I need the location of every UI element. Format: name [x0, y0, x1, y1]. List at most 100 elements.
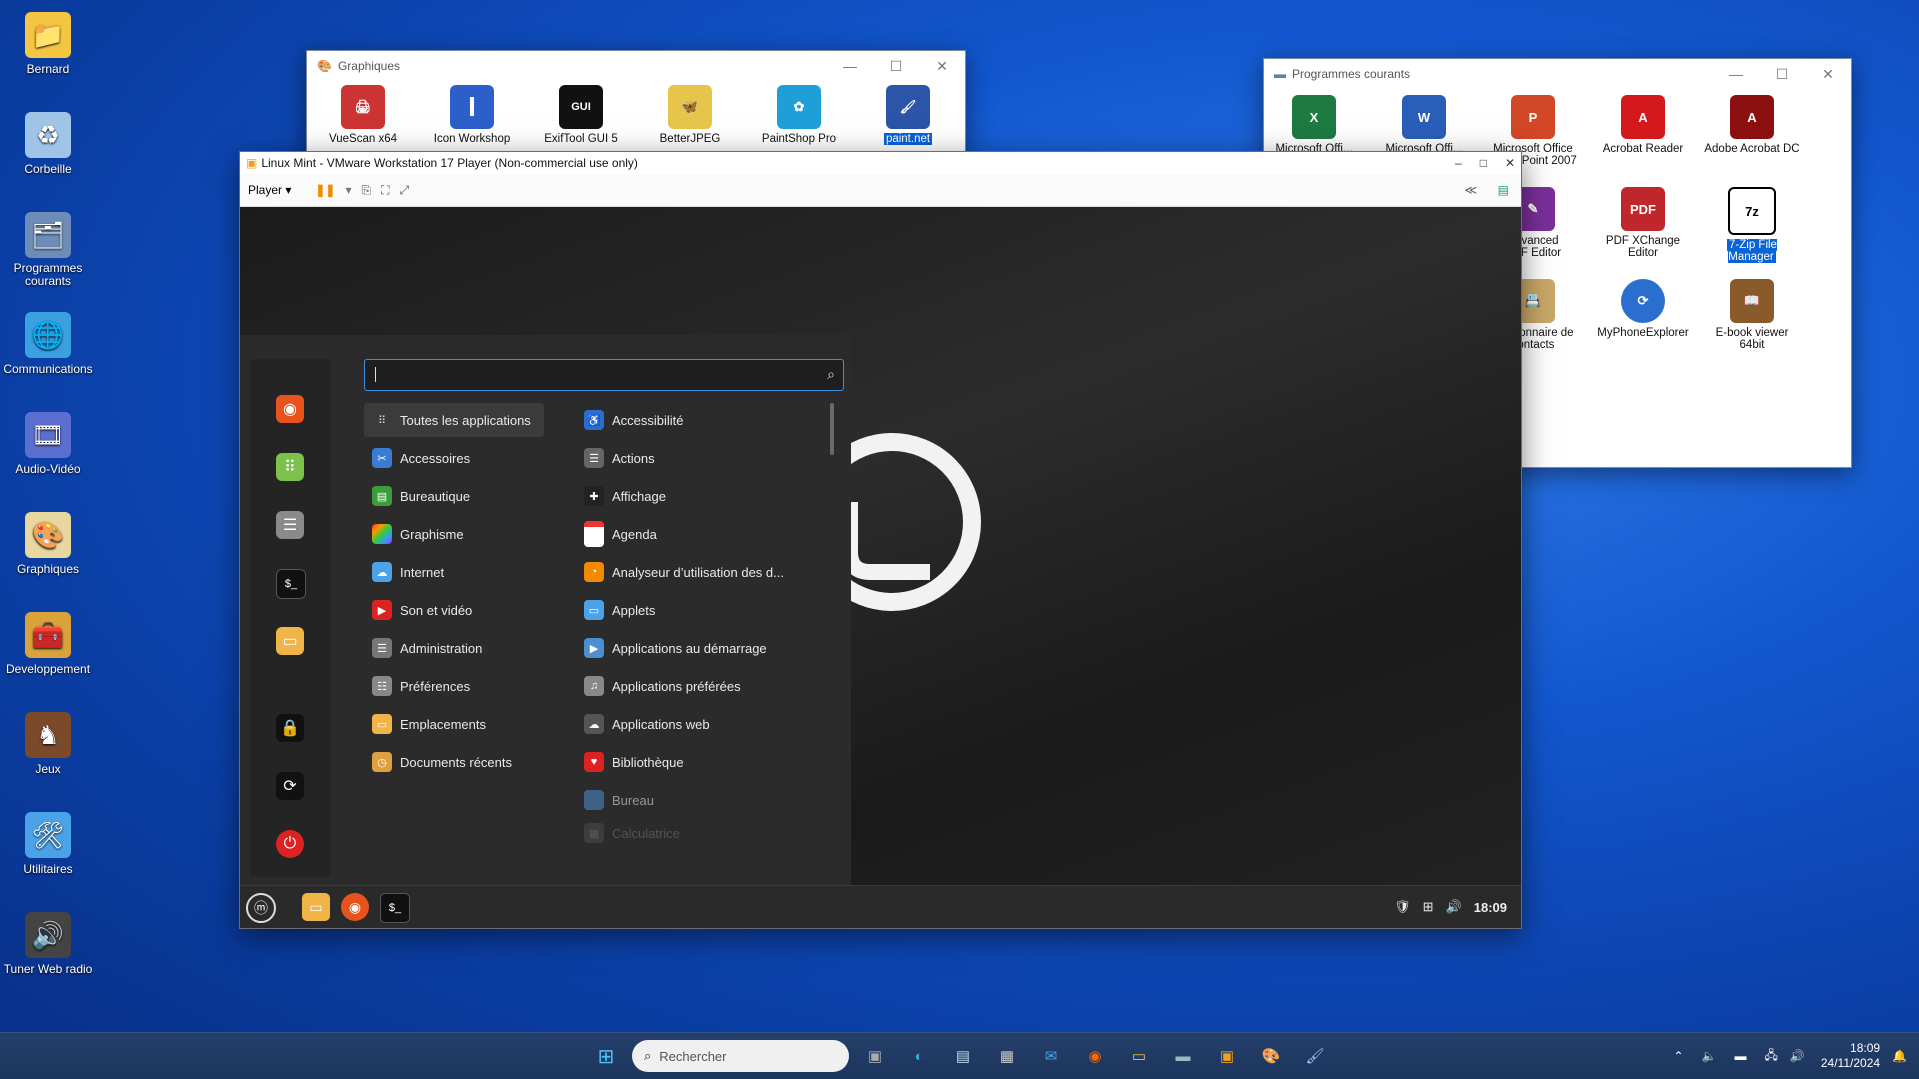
- app-demarrage[interactable]: ▶ Applications au démarrage: [584, 631, 834, 665]
- category-son-video[interactable]: ▶ Son et vidéo: [364, 593, 544, 627]
- app-betterjpeg[interactable]: 🦋 BetterJPEG: [640, 85, 740, 145]
- graphiques-titlebar[interactable]: 🎨 Graphiques — ☐ ✕: [307, 51, 965, 81]
- close-icon[interactable]: ✕: [1505, 152, 1515, 174]
- logout-icon[interactable]: ⟳: [276, 772, 304, 800]
- app-bibliotheque[interactable]: ♥ Bibliothèque: [584, 745, 834, 779]
- app-word[interactable]: W Microsoft Offi...: [1374, 95, 1474, 155]
- close-icon[interactable]: ✕: [1805, 59, 1851, 89]
- app-ebook-viewer[interactable]: 📖 E-book viewer 64bit: [1702, 279, 1802, 351]
- software-manager-icon[interactable]: ⠿: [276, 453, 304, 481]
- app-analyseur-disque[interactable]: ◔ Analyseur d’utilisation des d...: [584, 555, 834, 589]
- app-myphoneexplorer[interactable]: ⟳ MyPhoneExplorer: [1593, 279, 1693, 339]
- app-pdf-xchange[interactable]: PDF PDF XChange Editor: [1593, 187, 1693, 259]
- taskbar-search-box[interactable]: ⌕ Rechercher: [632, 1040, 849, 1072]
- app-actions[interactable]: ☰ Actions: [584, 441, 834, 475]
- app-7zip[interactable]: 7z 7-Zip File Manager: [1702, 187, 1802, 263]
- keyboard-icon[interactable]: ▬: [1735, 1049, 1747, 1063]
- desktop-icon-programmes[interactable]: 🗂 Programmes courants: [0, 208, 96, 308]
- power-icon[interactable]: ⏻: [276, 830, 304, 858]
- desktop-icon-developpement[interactable]: 🧰 Developpement: [0, 608, 96, 708]
- programs-folder-icon[interactable]: ▬: [1169, 1042, 1197, 1070]
- folder-icon[interactable]: ▭: [302, 893, 330, 921]
- chevron-down-icon[interactable]: ▾: [345, 183, 351, 197]
- desktop-icon-graphiques[interactable]: 🎨 Graphiques: [0, 508, 96, 608]
- send-keys-icon[interactable]: ⎘: [362, 183, 372, 198]
- chevron-up-icon[interactable]: ⌃: [1674, 1049, 1684, 1063]
- app-excel[interactable]: X Microsoft Offi...: [1264, 95, 1364, 155]
- programmes-titlebar[interactable]: ▬ Programmes courants — ☐ ✕: [1264, 59, 1851, 89]
- desktop-icon-tuner-radio[interactable]: 🔊 Tuner Web radio: [0, 908, 96, 1008]
- minimize-icon[interactable]: —: [827, 51, 873, 81]
- maximize-icon[interactable]: ☐: [1759, 59, 1805, 89]
- graphics-folder-icon[interactable]: 🎨: [1257, 1042, 1285, 1070]
- desktop-icon-recycle-bin[interactable]: ♻ Corbeille: [0, 108, 96, 208]
- app-acrobat-reader[interactable]: A Acrobat Reader: [1593, 95, 1693, 155]
- panel-clock[interactable]: 18:09: [1474, 900, 1507, 915]
- volume-icon[interactable]: 🔊: [1790, 1049, 1805, 1063]
- terminal-icon[interactable]: $_: [380, 893, 410, 923]
- display-settings-icon[interactable]: ▤: [949, 1042, 977, 1070]
- app-acrobat-dc[interactable]: A Adobe Acrobat DC: [1702, 95, 1802, 155]
- lock-icon[interactable]: 🔒: [276, 714, 304, 742]
- speaker-icon[interactable]: 🔈: [1702, 1049, 1717, 1063]
- close-icon[interactable]: ✕: [919, 51, 965, 81]
- category-bureautique[interactable]: ▤ Bureautique: [364, 479, 544, 513]
- app-icon-workshop[interactable]: I Icon Workshop: [422, 85, 522, 145]
- firefox-icon[interactable]: ◉: [341, 893, 369, 921]
- category-accessoires[interactable]: ✂ Accessoires: [364, 441, 544, 475]
- minimize-icon[interactable]: –: [1455, 152, 1462, 174]
- app-paintshop[interactable]: ✿ PaintShop Pro: [749, 85, 849, 145]
- menu-scrollbar[interactable]: [830, 403, 834, 455]
- category-emplacements[interactable]: ▭ Emplacements: [364, 707, 544, 741]
- app-accessibilite[interactable]: ♿ Accessibilité: [584, 403, 834, 437]
- maximize-icon[interactable]: ☐: [873, 51, 919, 81]
- desktop-icon-communications[interactable]: 🌐 Communications: [0, 308, 96, 408]
- desktop-icon-bernard[interactable]: 📁 Bernard: [0, 8, 96, 108]
- edge-icon[interactable]: ◐: [905, 1042, 933, 1070]
- category-graphisme[interactable]: Graphisme: [364, 517, 544, 551]
- fit-window-icon[interactable]: ⛶: [381, 183, 389, 198]
- app-paintnet[interactable]: 🖌 paint.net: [858, 85, 958, 145]
- app-calculatrice[interactable]: ▦ Calculatrice: [584, 821, 834, 845]
- task-view-icon[interactable]: ▣: [861, 1042, 889, 1070]
- app-preferees[interactable]: ♫ Applications préférées: [584, 669, 834, 703]
- clock[interactable]: 18:09 24/11/2024: [1821, 1041, 1880, 1071]
- folder-icon[interactable]: ▭: [276, 627, 304, 655]
- category-documents-recents[interactable]: ◷ Documents récents: [364, 745, 544, 779]
- desktop-icon-jeux[interactable]: ♞ Jeux: [0, 708, 96, 808]
- category-administration[interactable]: ☰ Administration: [364, 631, 544, 665]
- category-all-apps[interactable]: ⠿ Toutes les applications: [364, 403, 544, 437]
- category-preferences[interactable]: ☷ Préférences: [364, 669, 544, 703]
- network-icon[interactable]: 🖧: [1765, 1046, 1778, 1067]
- app-applets[interactable]: ▭ Applets: [584, 593, 834, 627]
- vmware-icon[interactable]: ▣: [1213, 1042, 1241, 1070]
- thunderbird-icon[interactable]: ✉: [1037, 1042, 1065, 1070]
- network-icon[interactable]: ⊞: [1423, 899, 1434, 915]
- shield-icon[interactable]: 🛡: [1394, 899, 1411, 915]
- firefox-icon[interactable]: ◉: [1081, 1042, 1109, 1070]
- player-menu[interactable]: Player ▾: [248, 183, 291, 197]
- settings-toggle-icon[interactable]: ☰: [276, 511, 304, 539]
- volume-icon[interactable]: 🔊: [1446, 899, 1462, 915]
- notification-bell-icon[interactable]: 🔔: [1892, 1049, 1907, 1063]
- pause-icon[interactable]: ❚❚: [315, 183, 335, 197]
- app-affichage[interactable]: ✚ Affichage: [584, 479, 834, 513]
- desktop-icon-utilitaires[interactable]: 🛠 Utilitaires: [0, 808, 96, 908]
- firefox-icon[interactable]: ◉: [276, 395, 304, 423]
- app-bureau[interactable]: Bureau: [584, 783, 834, 817]
- category-internet[interactable]: ☁ Internet: [364, 555, 544, 589]
- windows-start-icon[interactable]: ⊞: [592, 1042, 620, 1070]
- app-vuescan[interactable]: 🖨 VueScan x64: [313, 85, 413, 145]
- library-icon[interactable]: ▤: [1498, 183, 1509, 197]
- desktop-icon-audio-video[interactable]: 🎞 Audio-Vidéo: [0, 408, 96, 508]
- mint-menu-icon[interactable]: ⓜ: [246, 893, 276, 923]
- terminal-icon[interactable]: $_: [276, 569, 306, 599]
- app-exiftool[interactable]: GUI ExifTool GUI 5: [531, 85, 631, 145]
- calculator-icon[interactable]: ▦: [993, 1042, 1021, 1070]
- minimize-icon[interactable]: —: [1713, 59, 1759, 89]
- vmware-titlebar[interactable]: ▣ Linux Mint - VMware Workstation 17 Pla…: [240, 152, 1521, 174]
- menu-search-input[interactable]: ⌕: [364, 359, 844, 391]
- app-agenda[interactable]: Agenda: [584, 517, 834, 551]
- app-web[interactable]: ☁ Applications web: [584, 707, 834, 741]
- paintnet-icon[interactable]: 🖌: [1301, 1042, 1329, 1070]
